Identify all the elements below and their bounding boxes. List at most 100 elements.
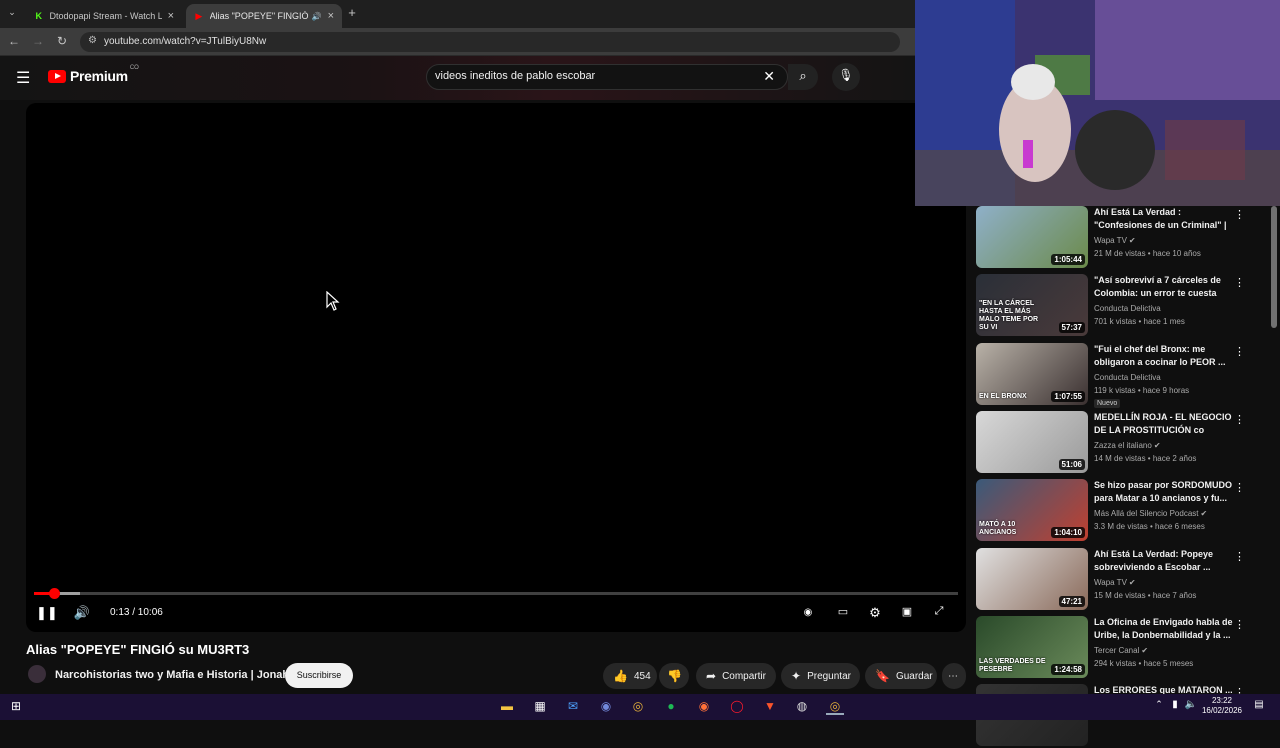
video-title[interactable]: Ahí Está La Verdad: Popeye sobreviviendo… [1094, 548, 1234, 574]
search-query-text: videos ineditos de pablo escobar [435, 70, 596, 82]
new-tab-icon[interactable]: + [344, 5, 360, 20]
save-label: Guardar [895, 670, 933, 682]
recommendation-item[interactable]: "EN LA CÁRCEL HASTA EL MÁS MALO TEME POR… [976, 274, 1276, 338]
volume-tray-icon[interactable]: 🔈 [1182, 699, 1200, 715]
search-button[interactable]: ⌕ [788, 64, 818, 90]
channel-name[interactable]: Zazza el italiano [1094, 441, 1152, 450]
back-arrow-icon[interactable]: ← [6, 34, 22, 48]
windows-start-icon[interactable]: ⊞ [7, 699, 25, 715]
like-count: 454 [633, 670, 651, 682]
channel-name[interactable]: Wapa TV [1094, 236, 1127, 245]
more-options-icon[interactable]: ⋮ [1234, 276, 1245, 289]
hamburger-menu-icon[interactable]: ☰ [16, 68, 30, 88]
verified-check-icon: ✔ [1153, 440, 1161, 450]
channel-name[interactable]: Conducta Delictiva [1094, 373, 1161, 382]
more-options-icon[interactable]: ⋮ [1234, 618, 1245, 631]
scrubber-knob[interactable] [48, 588, 60, 599]
recommendation-item[interactable]: 51:06 MEDELLÍN ROJA - EL NEGOCIO DE LA PR… [976, 410, 1276, 475]
progress-bar[interactable] [34, 588, 958, 599]
video-title[interactable]: La Oficina de Envigado habla de Uribe, l… [1094, 616, 1234, 642]
tab-search-chevron-icon[interactable]: ⌄ [4, 7, 20, 18]
chrome-icon[interactable]: ◎ [629, 699, 647, 715]
fullscreen-icon[interactable]: ⤢ [929, 605, 949, 618]
subscribe-button[interactable]: Suscribirse [285, 663, 353, 688]
channel-avatar[interactable] [28, 665, 46, 683]
pause-icon[interactable]: ❚❚ [36, 605, 58, 621]
site-info-icon[interactable]: ⚙ [88, 35, 97, 46]
recommendation-item[interactable]: EN EL BRONX 1:07:55 "Fui el chef del Bronx… [976, 342, 1276, 408]
channel-name[interactable]: Más Allá del Silencio Podcast [1094, 509, 1199, 518]
dislike-button[interactable]: 👎 [659, 663, 689, 689]
recommendation-item[interactable]: 1:05:44 Ahí Está La Verdad : "Confesiones… [976, 206, 1276, 270]
volume-icon[interactable]: 🔊 [72, 605, 92, 621]
clear-search-icon[interactable]: ✕ [763, 68, 775, 85]
autoplay-toggle-icon[interactable]: ◉ [798, 607, 818, 618]
recommendation-item[interactable]: LAS VERDADES DE PESEBRE 1:24:58 La Oficina… [976, 615, 1276, 680]
discord-icon[interactable]: ◉ [597, 699, 615, 715]
close-tab-icon[interactable]: × [328, 10, 334, 22]
video-thumbnail[interactable]: "EN LA CÁRCEL HASTA EL MÁS MALO TEME POR… [976, 274, 1088, 337]
video-title[interactable]: "Así sobreviví a 7 cárceles de Colombia:… [1094, 274, 1234, 301]
share-button[interactable]: ➦ Compartir [696, 663, 776, 689]
channel-name[interactable]: Wapa TV [1094, 578, 1127, 587]
more-options-icon[interactable]: ⋮ [1234, 208, 1245, 221]
theater-mode-icon[interactable]: ▣ [897, 605, 917, 618]
video-player[interactable] [26, 103, 966, 632]
search-input[interactable]: videos ineditos de pablo escobar ✕ [426, 64, 788, 90]
reload-icon[interactable]: ↻ [54, 34, 70, 48]
more-actions-button[interactable]: ⋯ [942, 663, 966, 689]
like-button[interactable]: 👍 454 [603, 663, 657, 689]
video-thumbnail[interactable]: 1:05:44 [976, 206, 1088, 268]
spotify-icon[interactable]: ● [662, 699, 680, 715]
settings-gear-icon[interactable]: ⚙ [865, 605, 885, 621]
youtube-premium-logo[interactable]: Premium CO [48, 65, 139, 84]
thumbnail-overlay-text: EN EL BRONX [979, 392, 1027, 400]
channel-name[interactable]: Tercer Canal [1094, 646, 1139, 655]
close-tab-icon[interactable]: × [168, 10, 174, 22]
speaker-icon[interactable]: 🔊 [312, 12, 322, 21]
share-arrow-icon: ➦ [706, 669, 717, 683]
firefox-icon[interactable]: ◉ [695, 699, 713, 715]
recommendation-item[interactable]: 47:21 Ahí Está La Verdad: Popeye sobreviv… [976, 547, 1276, 612]
tab-kick-stream[interactable]: K Dtodopapi Stream - Watch Live × [26, 4, 182, 28]
youtube-header: ☰ Premium CO videos ineditos de pablo es… [0, 56, 915, 100]
notifications-icon[interactable]: ▤ [1250, 699, 1268, 715]
forward-arrow-icon[interactable]: → [30, 34, 46, 48]
calculator-icon[interactable]: ▦ [531, 699, 549, 715]
video-thumbnail[interactable]: MATÓ A 10 ANCIANOS 1:04:10 [976, 479, 1088, 542]
recommendation-item[interactable]: MATÓ A 10 ANCIANOS 1:04:10 Se hizo pasar p… [976, 479, 1276, 543]
video-thumbnail[interactable]: 47:21 [976, 547, 1088, 610]
video-title[interactable]: Se hizo pasar por SORDOMUDO para Matar a… [1094, 479, 1234, 505]
save-button[interactable]: 🔖 Guardar [865, 663, 937, 689]
mail-icon[interactable]: ✉ [564, 699, 582, 715]
video-title: Alias "POPEYE" FINGIÓ su MU3RT3 [26, 642, 250, 657]
more-options-icon[interactable]: ⋮ [1234, 481, 1245, 494]
webcam-scene-image [915, 0, 1280, 206]
voice-search-button[interactable]: 🎙 [832, 63, 860, 91]
channel-name[interactable]: Conducta Delictiva [1094, 304, 1161, 313]
obs-icon[interactable]: ◍ [793, 699, 811, 715]
video-thumbnail[interactable]: EN EL BRONX 1:07:55 [976, 342, 1088, 405]
mouse-cursor-icon [326, 291, 340, 311]
system-clock[interactable]: 23:22 16/02/2026 [1200, 696, 1244, 716]
url-field[interactable]: ⚙ youtube.com/watch?v=JTulBiyU8Nw [80, 32, 900, 52]
video-title[interactable]: Ahí Está La Verdad : "Confesiones de un … [1094, 206, 1234, 233]
scrollbar[interactable] [1271, 206, 1277, 328]
subtitles-icon[interactable]: ▭ [833, 605, 853, 618]
more-options-icon[interactable]: ⋮ [1234, 413, 1245, 426]
channel-name[interactable]: Narcohistorias two y Mafia e Historia | … [55, 669, 289, 681]
more-options-icon[interactable]: ⋮ [1234, 550, 1245, 563]
ask-button[interactable]: ✦ Preguntar [781, 663, 860, 689]
more-options-icon[interactable]: ⋮ [1234, 345, 1245, 358]
video-thumbnail[interactable]: LAS VERDADES DE PESEBRE 1:24:58 [976, 615, 1088, 678]
brave-icon[interactable]: ▼ [761, 699, 779, 715]
file-explorer-icon[interactable]: ▬ [498, 699, 516, 715]
video-title[interactable]: MEDELLÍN ROJA - EL NEGOCIO DE LA PROSTIT… [1094, 411, 1234, 437]
opera-icon[interactable]: ◯ [728, 699, 746, 715]
tab-youtube-video[interactable]: ▶ Alias "POPEYE" FINGIÓ su M 🔊 × [186, 4, 342, 28]
new-badge: Nuevo [1094, 398, 1121, 408]
video-meta: 701 k vistas • hace 1 mes [1094, 317, 1185, 327]
chrome-active-icon[interactable]: ◎ [826, 699, 844, 715]
video-thumbnail[interactable]: 51:06 [976, 410, 1088, 473]
video-title[interactable]: "Fui el chef del Bronx: me obligaron a c… [1094, 343, 1234, 369]
